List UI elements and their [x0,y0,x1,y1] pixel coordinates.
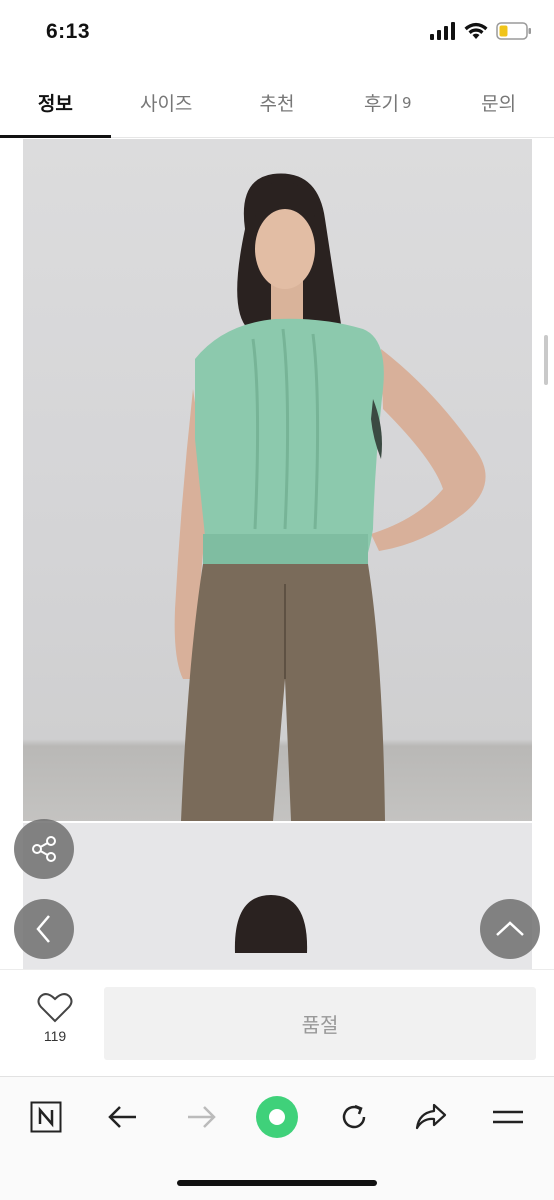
status-time: 6:13 [46,20,91,43]
tab-size[interactable]: 사이즈 [111,68,222,137]
tab-info[interactable]: 정보 [0,68,111,138]
tab-info-label: 정보 [37,93,73,115]
toolbar-share-button[interactable] [405,1091,457,1143]
tab-recommend-label: 추천 [259,93,295,115]
tab-size-label: 사이즈 [139,93,193,115]
tab-inquiry-label: 문의 [481,93,517,115]
previous-button[interactable] [14,899,74,959]
model-illustration-2 [234,895,308,953]
like-count: 119 [43,1028,67,1044]
tab-reviews-count: 9 [402,93,412,112]
back-button[interactable] [97,1091,149,1143]
share-icon [32,836,56,862]
like-button[interactable]: 119 [22,992,88,1044]
refresh-icon [342,1104,366,1129]
share-arrow-icon [415,1103,447,1130]
scroll-indicator[interactable] [544,335,548,385]
naver-icon [30,1101,62,1133]
tab-bar: 정보 사이즈 추천 후기 9 문의 [0,68,554,138]
scroll-top-button[interactable] [480,899,540,959]
purchase-bar: 119 품절 [0,969,554,1076]
tab-reviews-label: 후기 [364,93,399,115]
tab-inquiry[interactable]: 문의 [443,68,554,137]
status-icons [430,22,532,40]
tab-recommend[interactable]: 추천 [222,68,333,137]
green-dot-icon [256,1096,298,1138]
arrow-right-icon [188,1106,216,1128]
share-button[interactable] [14,819,74,879]
status-bar: 6:13 [0,0,554,68]
product-content[interactable] [0,139,554,969]
forward-button[interactable] [175,1091,227,1143]
soldout-button[interactable]: 품절 [104,987,536,1060]
home-indicator[interactable] [177,1180,377,1186]
menu-icon [493,1110,523,1124]
menu-button[interactable] [482,1091,534,1143]
refresh-button[interactable] [328,1091,380,1143]
product-photo-2 [23,823,532,969]
chevron-up-icon [496,921,524,936]
cellular-signal-icon [430,22,455,40]
green-dot-button[interactable] [251,1091,303,1143]
tab-reviews[interactable]: 후기 9 [332,68,443,137]
naver-home-button[interactable] [20,1091,72,1143]
wifi-icon [464,22,488,39]
heart-icon [37,993,73,1023]
product-photo-1 [23,139,532,821]
battery-icon [496,22,531,40]
soldout-label: 품절 [301,1013,339,1037]
model-illustration [174,173,486,821]
chevron-left-icon [36,915,50,943]
arrow-left-icon [108,1106,136,1128]
